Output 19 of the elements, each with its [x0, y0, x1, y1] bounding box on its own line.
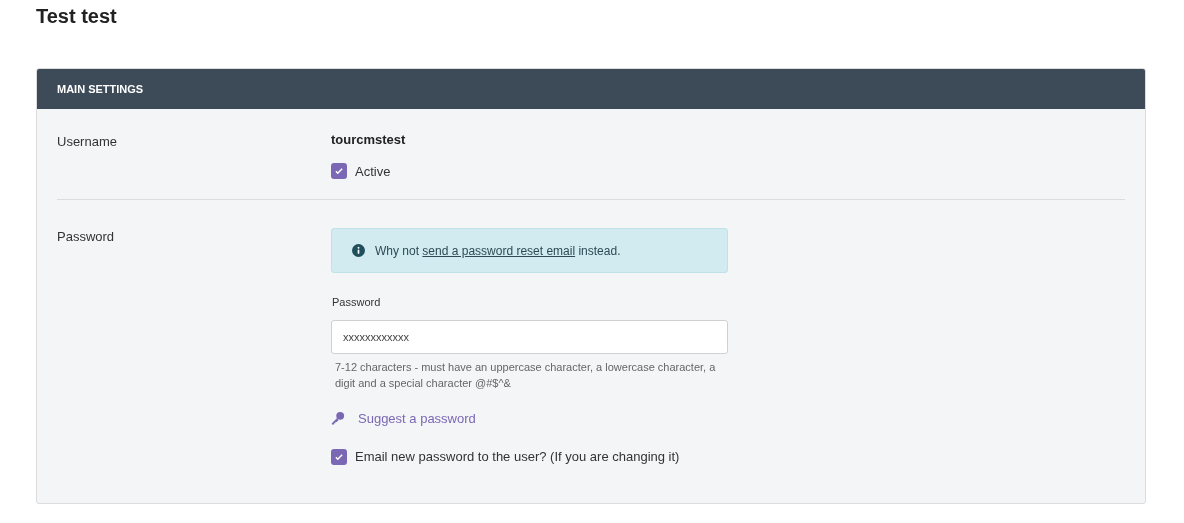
username-value: tourcmstest — [331, 131, 406, 149]
password-help: 7-12 characters - must have an uppercase character, a lowercase character, a digit and a special character @#$^& — [334, 359, 717, 391]
check-icon — [334, 451, 344, 462]
page-title: Test test — [36, 4, 118, 28]
info-icon — [352, 244, 365, 257]
suggest-password-link[interactable]: Suggest a password — [358, 408, 476, 428]
password-label: Password — [332, 295, 382, 310]
reset-email-link[interactable]: send a password reset email — [422, 243, 576, 258]
password-field[interactable]: xxxxxxxxxxxx — [331, 319, 728, 354]
check-icon — [334, 166, 344, 177]
field-label: Username — [57, 134, 117, 149]
key-icon — [331, 411, 345, 426]
checkbox-label: Email new password to the user? (If you are changing it) — [355, 448, 680, 466]
checkbox-label: Active — [355, 162, 391, 181]
checkbox[interactable] — [331, 163, 347, 180]
checkbox[interactable] — [331, 448, 347, 465]
alert-message: Why not send a password reset email instead. — [375, 242, 621, 260]
panel-title: MAIN SETTINGS — [57, 81, 144, 97]
field-label: Password — [57, 229, 115, 244]
